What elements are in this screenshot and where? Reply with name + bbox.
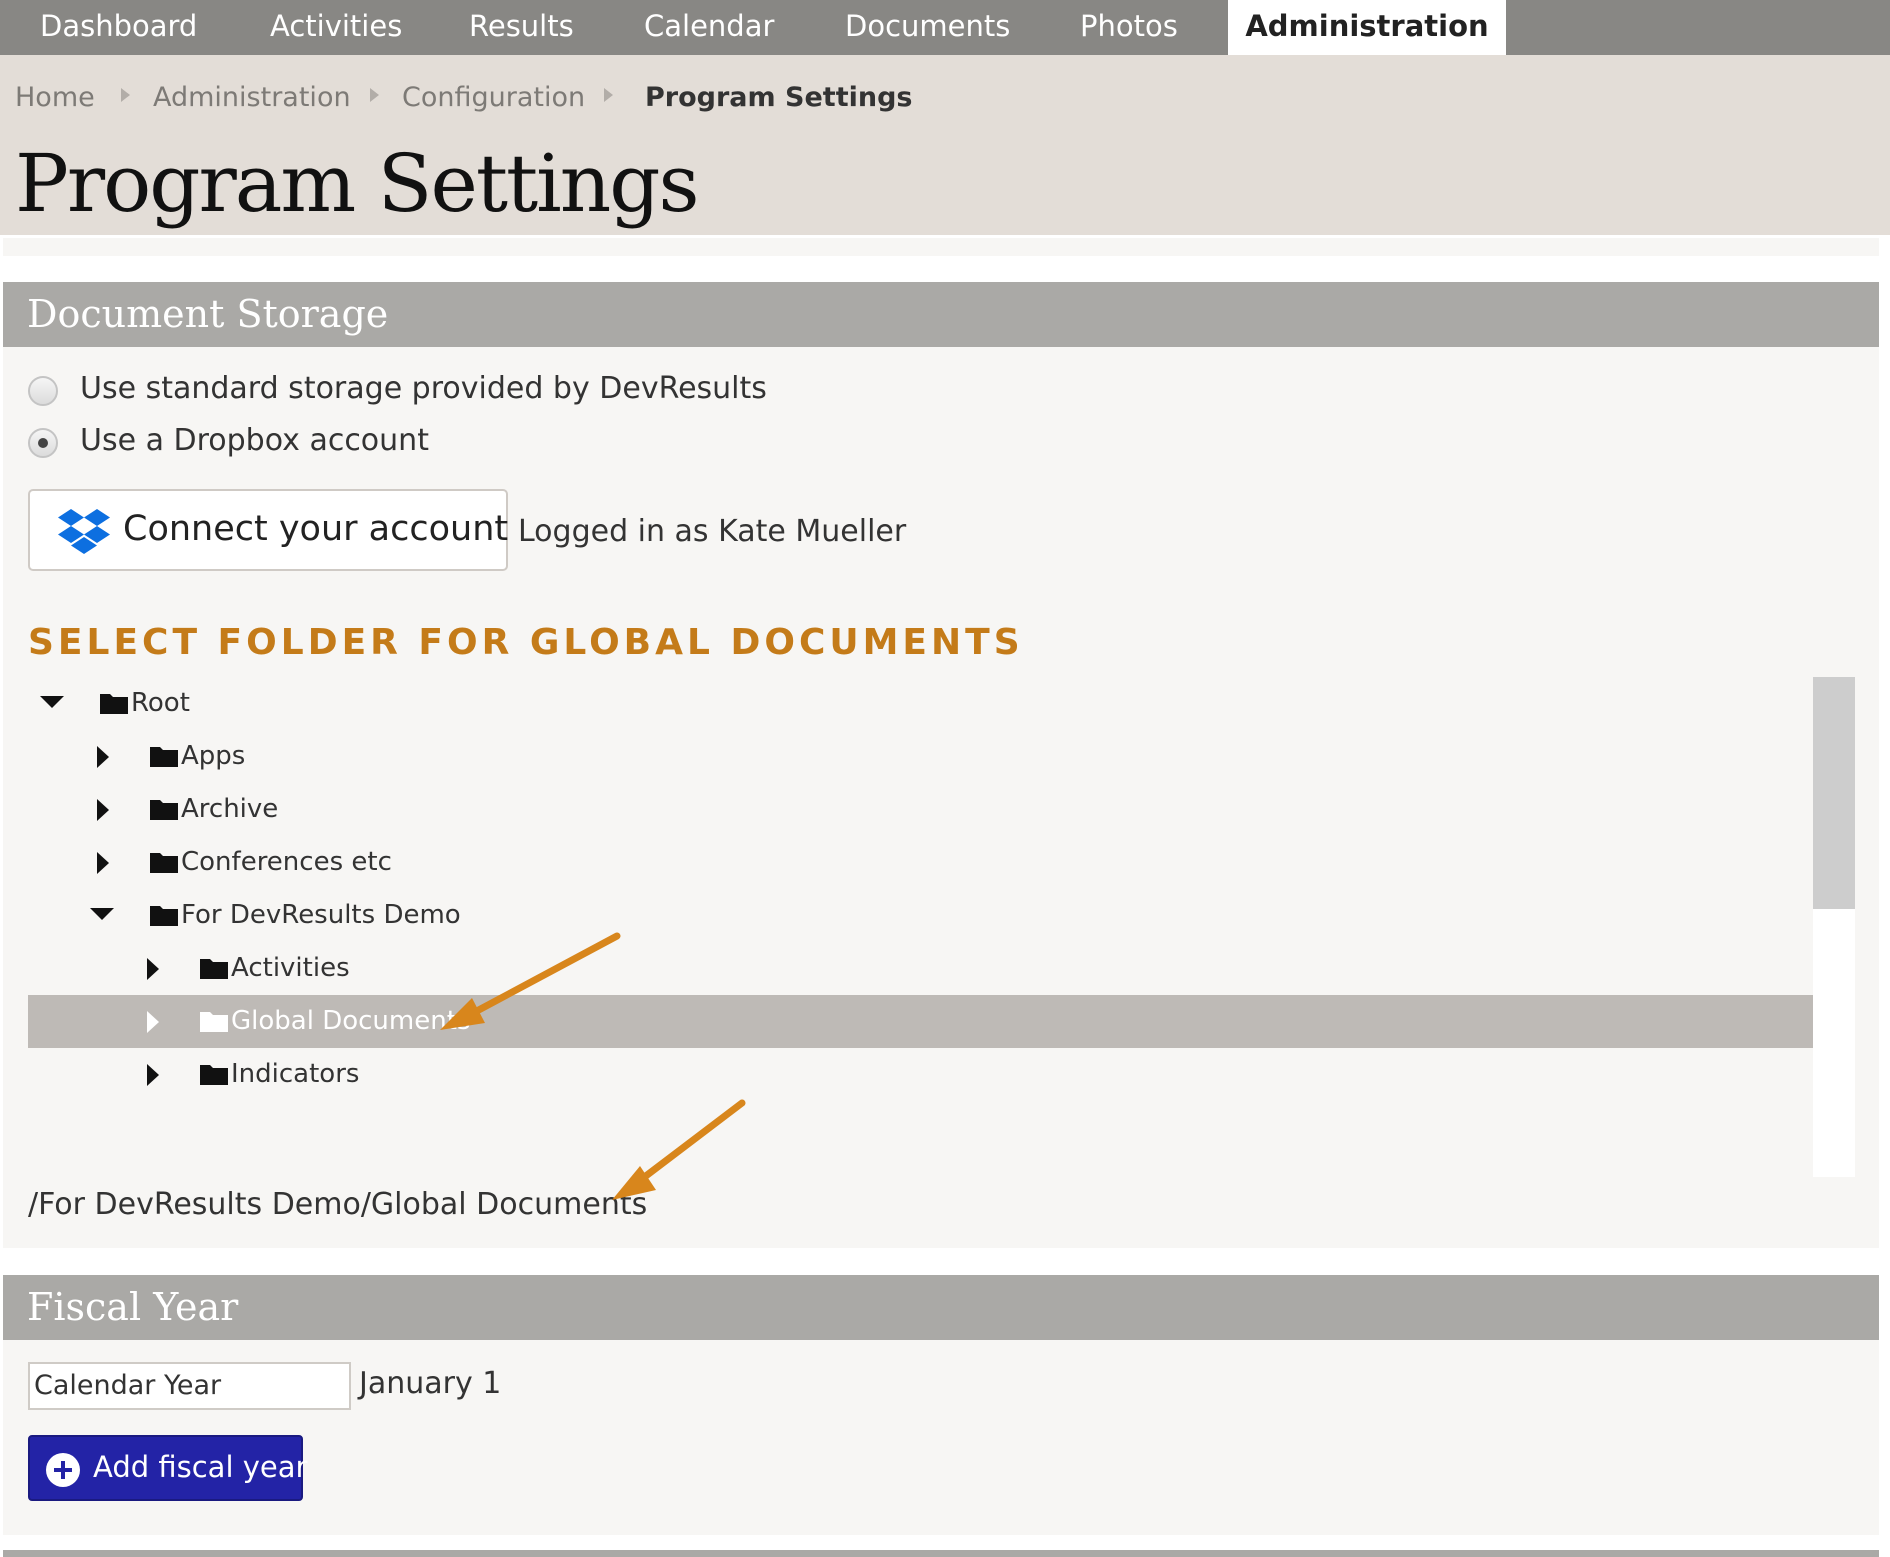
plus-circle-icon: [46, 1453, 80, 1487]
storage-option-standard-label: Use standard storage provided by DevResu…: [80, 371, 767, 406]
document-storage-heading: Document Storage: [3, 282, 1879, 347]
fiscal-year-heading: Fiscal Year: [3, 1275, 1879, 1340]
top-nav: Dashboard Activities Results Calendar Do…: [0, 0, 1890, 55]
fiscal-year-panel: Fiscal Year Calendar Year January 1 Add …: [3, 1275, 1879, 1535]
dropbox-icon: [58, 509, 110, 554]
folder-icon: [200, 1012, 228, 1032]
add-fiscal-year-label: Add fiscal year: [93, 1450, 308, 1484]
breadcrumb-separator-icon: [121, 88, 130, 102]
fiscal-year-start-date: January 1: [359, 1366, 502, 1401]
tree-item-label: Indicators: [231, 1059, 360, 1089]
nav-tab-activities[interactable]: Activities: [270, 0, 402, 55]
tree-item-for-devresults-demo[interactable]: For DevResults Demo: [28, 889, 1813, 942]
breadcrumb-separator-icon: [604, 88, 613, 102]
caret-right-icon[interactable]: [97, 852, 109, 874]
page-header: Home Administration Configuration Progra…: [0, 55, 1890, 235]
breadcrumb-home[interactable]: Home: [15, 82, 95, 113]
tree-item-label: For DevResults Demo: [181, 900, 461, 930]
caret-right-icon[interactable]: [147, 958, 159, 980]
tree-item-label: Conferences etc: [181, 847, 392, 877]
tree-item-root[interactable]: Root: [28, 677, 1813, 730]
tree-item-global-documents[interactable]: Global Documents: [28, 995, 1813, 1048]
connect-account-button[interactable]: Connect your account: [28, 489, 508, 571]
breadcrumb-administration[interactable]: Administration: [153, 82, 351, 113]
annotation-arrow: [440, 932, 621, 1030]
header-divider: [3, 238, 1879, 256]
tree-scrollbar-thumb[interactable]: [1813, 677, 1855, 909]
caret-down-icon[interactable]: [40, 696, 64, 708]
radio-dropbox[interactable]: [28, 428, 58, 458]
caret-right-icon[interactable]: [97, 746, 109, 768]
tree-item-label: Apps: [181, 741, 246, 771]
next-panel-heading-edge: [3, 1550, 1879, 1557]
folder-icon: [100, 694, 128, 714]
tree-item-label: Activities: [231, 953, 350, 983]
caret-right-icon[interactable]: [147, 1011, 159, 1033]
radio-standard[interactable]: [28, 376, 58, 406]
folder-icon: [150, 800, 178, 820]
folder-icon: [150, 853, 178, 873]
folder-tree: Root Apps Archive Conferences etc For De…: [28, 677, 1855, 1177]
folder-icon: [150, 906, 178, 926]
nav-tab-dashboard[interactable]: Dashboard: [40, 0, 197, 55]
annotation-arrow: [612, 1099, 746, 1200]
tree-item-conferences[interactable]: Conferences etc: [28, 836, 1813, 889]
tree-item-activities[interactable]: Activities: [28, 942, 1813, 995]
logged-in-status: Logged in as Kate Mueller: [518, 514, 907, 549]
folder-icon: [200, 1065, 228, 1085]
folder-icon: [200, 959, 228, 979]
connect-account-label: Connect your account: [123, 509, 509, 549]
nav-tab-results[interactable]: Results: [469, 0, 574, 55]
nav-tab-administration[interactable]: Administration: [1228, 0, 1506, 55]
breadcrumb-current: Program Settings: [645, 82, 913, 113]
breadcrumb-configuration[interactable]: Configuration: [402, 82, 585, 113]
caret-right-icon[interactable]: [97, 799, 109, 821]
document-storage-panel: Document Storage Use standard storage pr…: [3, 282, 1879, 1248]
tree-item-archive[interactable]: Archive: [28, 783, 1813, 836]
breadcrumb-separator-icon: [370, 88, 379, 102]
caret-right-icon[interactable]: [147, 1064, 159, 1086]
nav-tab-photos[interactable]: Photos: [1080, 0, 1178, 55]
nav-tab-calendar[interactable]: Calendar: [644, 0, 774, 55]
add-fiscal-year-button[interactable]: Add fiscal year: [28, 1435, 307, 1501]
caret-down-icon[interactable]: [90, 908, 114, 920]
tree-item-label: Root: [131, 688, 190, 718]
fiscal-year-input[interactable]: Calendar Year: [28, 1362, 351, 1410]
storage-option-dropbox-label: Use a Dropbox account: [80, 423, 429, 458]
page-title: Program Settings: [15, 137, 699, 230]
folder-section-label: SELECT FOLDER FOR GLOBAL DOCUMENTS: [28, 622, 1024, 663]
tree-item-indicators[interactable]: Indicators: [28, 1048, 1813, 1101]
tree-item-label: Archive: [181, 794, 279, 824]
tree-item-apps[interactable]: Apps: [28, 730, 1813, 783]
nav-tab-documents[interactable]: Documents: [845, 0, 1010, 55]
folder-icon: [150, 747, 178, 767]
selected-folder-path: /For DevResults Demo/Global Documents: [28, 1187, 648, 1222]
